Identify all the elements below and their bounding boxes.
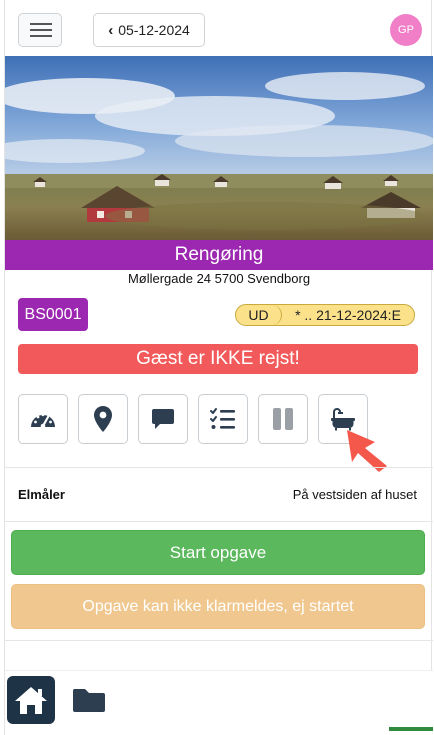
pointer-cursor-icon (347, 430, 387, 472)
dashboard-gauge-icon (31, 413, 55, 429)
checklist-icon (210, 408, 235, 429)
status-tag: UD (236, 305, 282, 325)
home-icon (15, 687, 47, 714)
date-label: 05-12-2024 (118, 22, 190, 38)
avatar[interactable]: GP (390, 14, 422, 46)
section-divider (5, 521, 433, 522)
folder-button[interactable] (71, 685, 107, 715)
property-address: Møllergade 24 5700 Svendborg (127, 271, 311, 286)
property-code-badge[interactable]: BS0001 (18, 298, 88, 331)
progress-strip (389, 727, 433, 731)
guest-alert-banner: Gæst er IKKE rejst! (18, 344, 418, 374)
comment-icon (152, 409, 174, 429)
booking-status-pill: UD * .. 21-12-2024:E (235, 304, 415, 326)
section-divider (5, 640, 433, 641)
property-photo (5, 56, 433, 240)
app-frame: ‹ 05-12-2024 GP Rengøring Møllergade 24 … (4, 0, 433, 735)
map-marker-icon (94, 406, 112, 432)
status-dates: * .. 21-12-2024:E (295, 307, 401, 323)
menu-button[interactable] (18, 13, 62, 47)
dashboard-button[interactable] (18, 394, 68, 444)
task-title: Rengøring (5, 240, 433, 270)
checklist-button[interactable] (198, 394, 248, 444)
section-divider (5, 467, 433, 468)
mark-ready-button[interactable]: Opgave kan ikke klarmeldes, ej startet (11, 584, 425, 629)
meter-location: På vestsiden af huset (292, 487, 417, 502)
top-bar: ‹ 05-12-2024 GP (5, 0, 431, 56)
start-task-button[interactable]: Start opgave (11, 530, 425, 575)
pause-icon (273, 408, 293, 430)
comment-button[interactable] (138, 394, 188, 444)
chevron-left-icon: ‹ (108, 21, 114, 39)
home-button[interactable] (7, 676, 55, 724)
date-back-button[interactable]: ‹ 05-12-2024 (93, 13, 205, 47)
pause-button[interactable] (258, 394, 308, 444)
meter-label: Elmåler (18, 487, 65, 502)
location-button[interactable] (78, 394, 128, 444)
bottom-navigation (5, 670, 433, 735)
folder-icon (72, 689, 105, 712)
